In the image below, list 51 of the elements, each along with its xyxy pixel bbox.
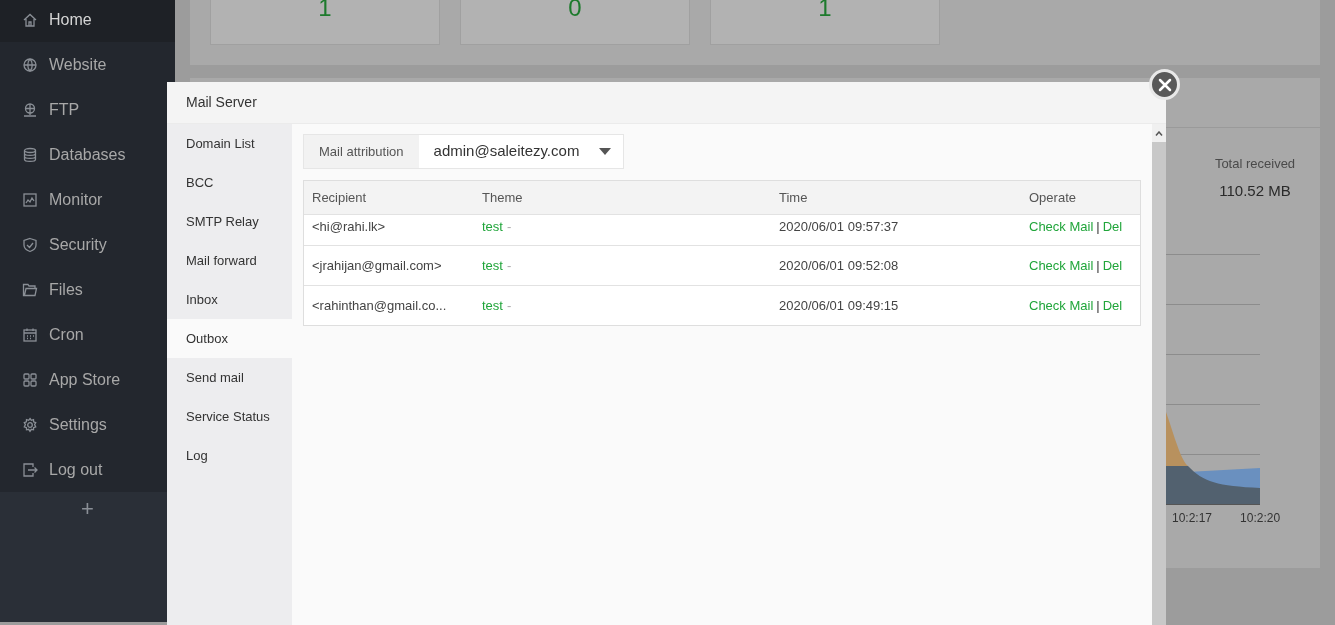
table-cell-text: 2020/06/01 09:57:37 [778,218,900,236]
globe-icon [22,56,38,73]
action-link[interactable]: Check Mail [1029,217,1094,237]
monitor-icon [22,191,38,208]
separator: | [1096,256,1100,275]
table-cell-text: - [506,296,512,315]
action-link[interactable]: Del [1102,295,1123,316]
separator: | [1096,218,1100,236]
home-icon [22,11,38,28]
add-button[interactable]: + [81,498,94,520]
table-cell-text: 2020/06/01 09:49:15 [778,296,900,315]
scroll-up-icon[interactable] [1155,130,1163,136]
database-icon [22,146,38,163]
folder-icon [22,281,38,298]
action-link[interactable]: Check Mail [1029,255,1094,276]
stat-value: 1 [318,0,332,23]
table-cell-text: 2020/06/01 09:52:08 [778,256,900,275]
stat-label: Total received [1214,155,1296,173]
column-header: Theme [481,188,524,207]
axis-label: 10:2:17 [1172,510,1213,527]
action-link[interactable]: Del [1102,217,1123,237]
logout-icon [22,461,38,478]
close-icon [1157,77,1172,92]
shield-icon [22,236,38,253]
menu-item[interactable]: Outbox [167,319,292,358]
close-button[interactable] [1149,69,1180,100]
table-cell-text: - [506,218,512,236]
subject-link[interactable]: test [482,255,503,276]
sidebar-item[interactable]: Website [0,42,175,87]
dialog-title: Mail Server [186,93,257,112]
calendar-icon [22,326,38,343]
action-link[interactable]: Del [1102,255,1123,276]
table-cell-text: <hi@rahi.lk> [311,218,387,236]
stat-value: 0 [568,0,582,23]
subject-link[interactable]: test [482,295,503,316]
grid-icon [22,371,38,388]
sidebar-item[interactable]: Home [0,0,175,42]
separator: | [1096,296,1100,315]
stat-value: 110.52 MB [1219,180,1291,201]
column-header: Time [778,188,809,207]
column-header: Operate [1028,188,1077,207]
subject-link[interactable]: test [482,217,503,237]
stat-value: 1 [818,0,832,23]
column-header: Recipient [311,188,368,207]
gear-icon [22,416,38,433]
axis-label: 10:2:20 [1240,510,1281,527]
table-cell-text: <rahinthan@gmail.co... [311,296,448,315]
table-cell-text: - [506,256,512,275]
action-link[interactable]: Check Mail [1029,295,1094,316]
ftp-icon [22,101,38,118]
table-cell-text: <jrahijan@gmail.com> [311,256,443,275]
